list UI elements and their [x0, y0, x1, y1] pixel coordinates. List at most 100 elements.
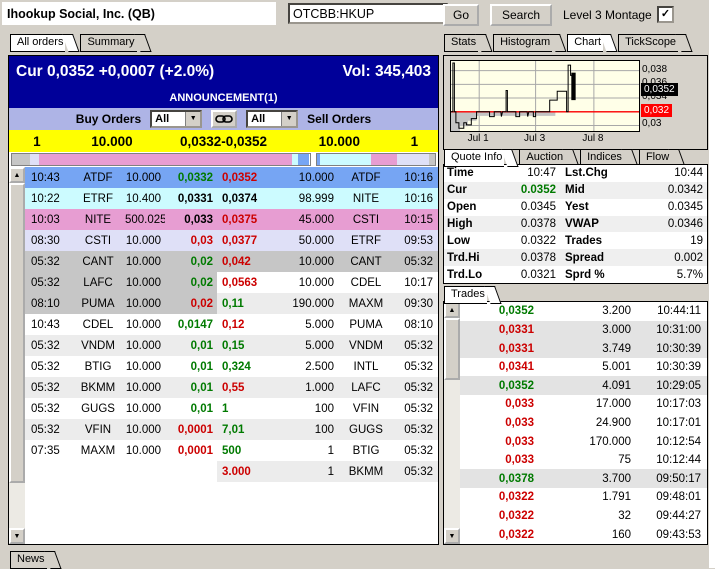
- level3-checkbox[interactable]: ✓: [657, 6, 674, 23]
- tab-trades[interactable]: Trades: [444, 286, 487, 304]
- tab-chart[interactable]: Chart: [567, 34, 603, 52]
- market-maker-id: CANT: [340, 256, 392, 268]
- buy-order[interactable]: 05:32CANT10.0000,02: [25, 251, 217, 272]
- tab-histogram[interactable]: Histogram: [493, 34, 552, 52]
- symbol-input[interactable]: [288, 3, 448, 24]
- scrollbar-thumb[interactable]: [9, 183, 25, 483]
- quote-value: 10:44: [620, 167, 707, 179]
- tab-summary[interactable]: Summary: [80, 34, 136, 52]
- depth-segment: [30, 154, 39, 165]
- chevron-down-icon[interactable]: ▼: [281, 112, 296, 126]
- order-book-row[interactable]: 05:32BKMM10.0000,010,551.000LAFC05:32: [25, 377, 438, 398]
- buy-order[interactable]: 08:30CSTI10.0000,03: [25, 230, 217, 251]
- chevron-down-icon[interactable]: ▼: [185, 112, 200, 126]
- sell-order[interactable]: 0,037750.000ETRF09:53: [217, 230, 438, 251]
- order-book-row[interactable]: 10:43ATDF10.0000,03320,035210.000ATDF10:…: [25, 167, 438, 188]
- trade-row: 0,032216009:43:53: [460, 525, 707, 544]
- quote-label: Trd.Hi: [444, 252, 490, 264]
- trades-scrollbar[interactable]: ▲ ▼: [444, 302, 460, 544]
- scroll-up-arrow-icon[interactable]: ▲: [444, 302, 460, 318]
- order-book-row[interactable]: 10:22ETRF10.4000,03310,037498.999NITE10:…: [25, 188, 438, 209]
- depth-segment: [298, 154, 310, 165]
- buy-order[interactable]: 10:43CDEL10.0000,0147: [25, 314, 217, 335]
- sell-order[interactable]: 0,3242.500INTL05:32: [217, 356, 438, 377]
- market-maker-id: LAFC: [71, 277, 125, 289]
- sell-order[interactable]: 3.0001BKMM05:32: [217, 461, 438, 482]
- trade-price: 0,033: [460, 454, 534, 466]
- sell-order[interactable]: 0,037545.000CSTI10:15: [217, 209, 438, 230]
- sell-order[interactable]: 0,155.000VNDM05:32: [217, 335, 438, 356]
- trade-time: 10:29:05: [631, 380, 707, 392]
- announcement-bar[interactable]: ANNOUNCEMENT(1): [9, 88, 438, 108]
- order-size: 45.000: [281, 214, 340, 226]
- order-book-row[interactable]: 05:32CANT10.0000,020,04210.000CANT05:32: [25, 251, 438, 272]
- tab-stats[interactable]: Stats: [444, 34, 478, 52]
- order-book-row[interactable]: 05:32VNDM10.0000,010,155.000VNDM05:32: [25, 335, 438, 356]
- buy-order[interactable]: 05:32GUGS10.0000,01: [25, 398, 217, 419]
- buy-order[interactable]: 10:43ATDF10.0000,0332: [25, 167, 217, 188]
- sell-order[interactable]: 0,037498.999NITE10:16: [217, 188, 438, 209]
- sell-order[interactable]: 0,035210.000ATDF10:16: [217, 167, 438, 188]
- buy-order[interactable]: [25, 461, 217, 482]
- sell-order[interactable]: 7,01100GUGS05:32: [217, 419, 438, 440]
- buy-order[interactable]: 08:10PUMA10.0000,02: [25, 293, 217, 314]
- tab-tickscope[interactable]: TickScope: [618, 34, 678, 52]
- order-book-row[interactable]: 05:32GUGS10.0000,011100VFIN05:32: [25, 398, 438, 419]
- book-scrollbar[interactable]: ▲ ▼: [9, 167, 25, 544]
- order-book-row[interactable]: 07:35MAXM10.0000,00015001BTIG05:32: [25, 440, 438, 461]
- order-time: 09:53: [392, 235, 438, 247]
- buy-order[interactable]: 10:22ETRF10.4000,0331: [25, 188, 217, 209]
- chart-panel: Jul 1Jul 3Jul 8 0,038 0,036 0,034 0,03 0…: [443, 55, 708, 150]
- order-book-row[interactable]: 08:10PUMA10.0000,020,11190.000MAXM09:30: [25, 293, 438, 314]
- sell-order[interactable]: 0,04210.000CANT05:32: [217, 251, 438, 272]
- order-book-row[interactable]: 05:32VFIN10.0000,00017,01100GUGS05:32: [25, 419, 438, 440]
- sell-order[interactable]: 5001BTIG05:32: [217, 440, 438, 461]
- quote-label: Trades: [556, 235, 620, 247]
- order-size: 2.500: [281, 361, 340, 373]
- scroll-down-arrow-icon[interactable]: ▼: [444, 528, 460, 544]
- depth-segment: [371, 154, 397, 165]
- order-book-row[interactable]: 05:32BTIG10.0000,010,3242.500INTL05:32: [25, 356, 438, 377]
- scrollbar-thumb[interactable]: [444, 318, 460, 380]
- order-time: 10:22: [25, 193, 71, 205]
- depth-segment: [397, 154, 429, 165]
- order-book-row[interactable]: 3.0001BKMM05:32: [25, 461, 438, 482]
- buy-order[interactable]: 07:35MAXM10.0000,0001: [25, 440, 217, 461]
- order-book-row[interactable]: 10:03NITE500.0250,0330,037545.000CSTI10:…: [25, 209, 438, 230]
- go-button[interactable]: Go: [443, 4, 479, 26]
- buy-order[interactable]: 05:32VFIN10.0000,0001: [25, 419, 217, 440]
- sell-filter-select[interactable]: All ▼: [246, 110, 298, 128]
- sell-order[interactable]: 1100VFIN05:32: [217, 398, 438, 419]
- scroll-up-arrow-icon[interactable]: ▲: [9, 167, 25, 183]
- bid-price: 0,01: [165, 340, 217, 352]
- order-book-row[interactable]: 05:32LAFC10.0000,020,056310.000CDEL10:17: [25, 272, 438, 293]
- buy-order[interactable]: 05:32LAFC10.0000,02: [25, 272, 217, 293]
- bid-ask-range: 0,0332-0,0352: [159, 134, 288, 149]
- buy-order[interactable]: 10:03NITE500.0250,033: [25, 209, 217, 230]
- buy-order[interactable]: 05:32VNDM10.0000,01: [25, 335, 217, 356]
- tab-quote-info[interactable]: Quote Info: [444, 149, 504, 167]
- sell-order[interactable]: 0,125.000PUMA08:10: [217, 314, 438, 335]
- order-book-row[interactable]: 08:30CSTI10.0000,030,037750.000ETRF09:53: [25, 230, 438, 251]
- order-book-row[interactable]: 10:43CDEL10.0000,01470,125.000PUMA08:10: [25, 314, 438, 335]
- order-time: 05:32: [25, 340, 71, 352]
- order-book-rows: 10:43ATDF10.0000,03320,035210.000ATDF10:…: [25, 167, 438, 544]
- link-filters-button[interactable]: [211, 110, 237, 128]
- order-size: 100: [281, 424, 340, 436]
- sell-order[interactable]: 0,11190.000MAXM09:30: [217, 293, 438, 314]
- scroll-down-arrow-icon[interactable]: ▼: [9, 528, 25, 544]
- buy-filter-select[interactable]: All ▼: [150, 110, 202, 128]
- buy-order[interactable]: 05:32BTIG10.0000,01: [25, 356, 217, 377]
- depth-segment: [12, 154, 30, 165]
- trade-price: 0,0352: [460, 380, 534, 392]
- market-maker-id: GUGS: [340, 424, 392, 436]
- order-time: 05:32: [25, 424, 71, 436]
- tab-all-orders[interactable]: All orders: [10, 34, 65, 52]
- buy-order[interactable]: 05:32BKMM10.0000,01: [25, 377, 217, 398]
- search-button[interactable]: Search: [490, 4, 552, 26]
- trade-price: 0,0322: [460, 529, 534, 541]
- sell-order[interactable]: 0,056310.000CDEL10:17: [217, 272, 438, 293]
- sell-order[interactable]: 0,551.000LAFC05:32: [217, 377, 438, 398]
- order-size: 10.000: [125, 403, 165, 415]
- tab-news[interactable]: News: [10, 551, 47, 569]
